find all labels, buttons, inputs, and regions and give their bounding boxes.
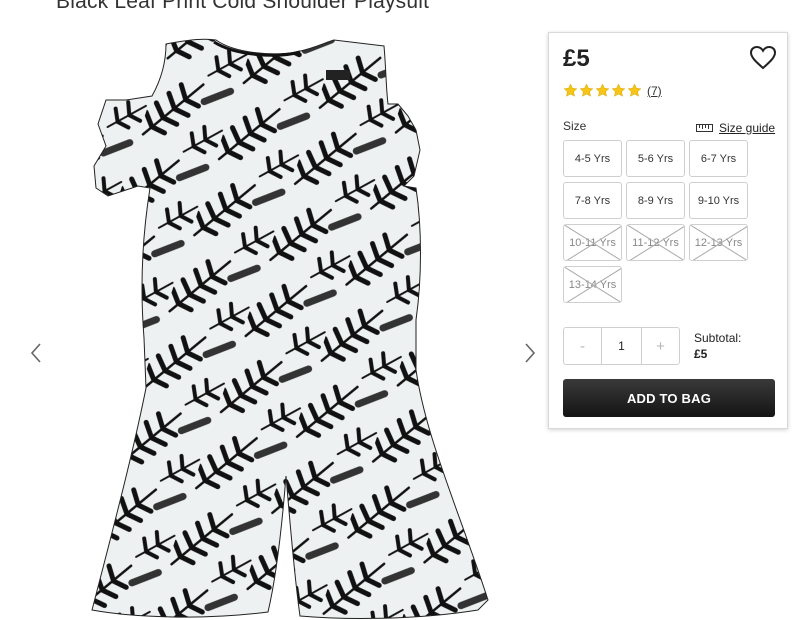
size-option-label: 9-10 Yrs: [697, 194, 740, 207]
size-option-button[interactable]: 9-10 Yrs: [689, 182, 748, 219]
product-image: [91, 38, 489, 619]
gallery-next-button[interactable]: [520, 340, 540, 366]
product-price: £5: [563, 45, 590, 72]
size-label: Size: [563, 119, 587, 133]
star-icon: [595, 83, 610, 97]
size-option-label: 5-6 Yrs: [637, 152, 674, 165]
subtotal-value: £5: [694, 347, 708, 361]
size-option-label: 8-9 Yrs: [637, 194, 674, 207]
size-option-label: 13-14 Yrs: [568, 278, 617, 291]
gallery-prev-button[interactable]: [26, 340, 46, 366]
heart-icon: [749, 45, 777, 70]
size-options: 4-5 Yrs 5-6 Yrs 6-7 Yrs 7-8 Yrs 8-9 Yrs 9-10 …: [563, 140, 753, 303]
size-option-label: 4-5 Yrs: [574, 152, 611, 165]
buy-panel: £5 (7) Size Size guide 4-5 Yrs 5-6 Yrs 6-7…: [548, 32, 788, 429]
star-icon: [627, 83, 642, 97]
size-option-button[interactable]: 8-9 Yrs: [626, 182, 685, 219]
quantity-stepper: - +: [563, 327, 680, 365]
product-gallery: [0, 30, 548, 620]
size-option-button[interactable]: 6-7 Yrs: [689, 140, 748, 177]
quantity-increase-button[interactable]: +: [642, 328, 679, 364]
star-icon: [563, 83, 578, 97]
size-option-button[interactable]: 7-8 Yrs: [563, 182, 622, 219]
product-title: Black Leaf Print Cold Shoulder Playsuit: [56, 0, 430, 13]
quantity-input[interactable]: [601, 328, 642, 364]
ruler-icon: [696, 124, 713, 132]
wishlist-button[interactable]: [749, 45, 777, 71]
chevron-left-icon: [30, 343, 41, 363]
review-count-link[interactable]: (7): [647, 84, 662, 98]
size-option-button[interactable]: 4-5 Yrs: [563, 140, 622, 177]
size-option-label: 12-13 Yrs: [694, 236, 743, 249]
size-option-button: 12-13 Yrs: [689, 224, 748, 261]
size-guide-link[interactable]: Size guide: [696, 121, 775, 135]
size-option-label: 7-8 Yrs: [574, 194, 611, 207]
chevron-right-icon: [525, 343, 536, 363]
size-option-label: 6-7 Yrs: [700, 152, 737, 165]
size-option-button[interactable]: 5-6 Yrs: [626, 140, 685, 177]
add-to-bag-button[interactable]: ADD TO BAG: [563, 379, 775, 417]
size-guide-label: Size guide: [719, 121, 776, 135]
rating-stars: [563, 83, 642, 98]
size-option-button: 13-14 Yrs: [563, 266, 622, 303]
size-option-label: 10-11 Yrs: [569, 236, 616, 249]
subtotal: Subtotal: £5: [694, 330, 741, 362]
subtotal-label: Subtotal:: [694, 331, 742, 345]
product-rating: (7): [563, 83, 662, 98]
quantity-decrease-button[interactable]: -: [564, 328, 601, 364]
size-option-label: 11-12 Yrs: [632, 236, 679, 249]
star-icon: [579, 83, 594, 97]
size-option-button: 10-11 Yrs: [563, 224, 622, 261]
star-icon: [611, 83, 626, 97]
size-option-button: 11-12 Yrs: [626, 224, 685, 261]
